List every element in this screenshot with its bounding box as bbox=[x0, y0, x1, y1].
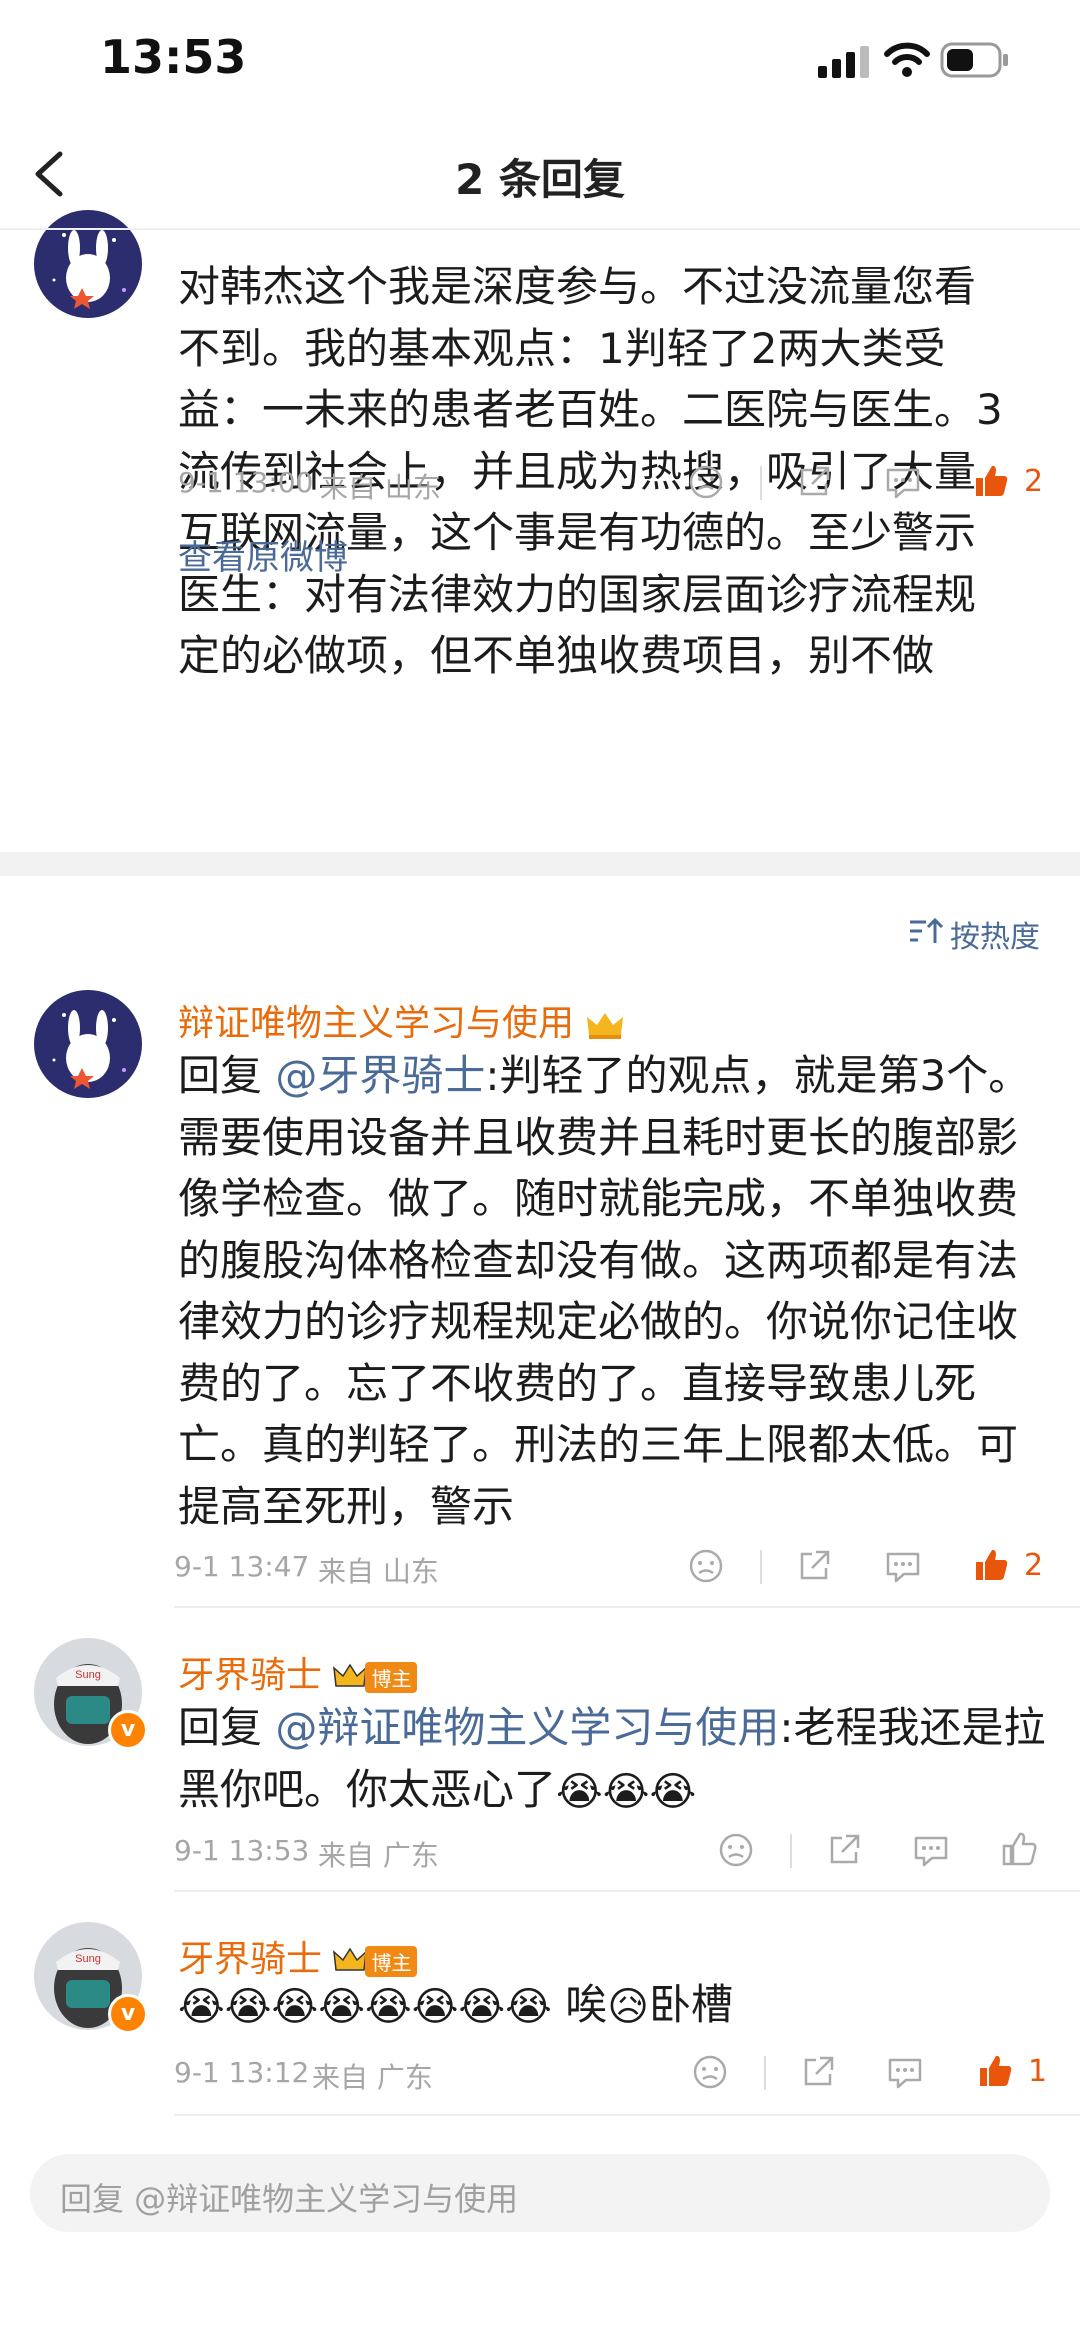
reply-like-count: 1 bbox=[1028, 2054, 1048, 2089]
avatar[interactable] bbox=[34, 990, 142, 1098]
header-divider bbox=[0, 228, 1080, 230]
crying-emoji-icon: 😭😭😭😭😭😭😭😭 bbox=[178, 1983, 552, 2030]
main-post-like-count: 2 bbox=[1024, 464, 1044, 499]
blogger-badge: 博主 bbox=[365, 1945, 418, 1977]
page-title: 2 条回复 bbox=[455, 155, 625, 204]
action-separator bbox=[790, 1834, 792, 1868]
reply-prefix: 回复 bbox=[178, 1703, 276, 1752]
reply-text: 回复 @辩证唯物主义学习与使用:老程我还是拉 黑你吧。你太恶心了😭😭😭 bbox=[178, 1697, 1058, 1823]
comment-icon[interactable] bbox=[884, 464, 922, 500]
mention-link[interactable]: @牙界骑士 bbox=[275, 1051, 485, 1100]
reply-location: 来自 山东 bbox=[318, 1555, 439, 1588]
battery-icon bbox=[940, 42, 1008, 78]
reply-location: 来自 广东 bbox=[318, 1839, 439, 1872]
like-icon[interactable] bbox=[972, 462, 1010, 500]
crown-icon bbox=[587, 1013, 624, 1039]
crown-icon bbox=[333, 1947, 368, 1971]
reply-prefix: 回复 bbox=[178, 1051, 276, 1100]
comment-icon[interactable] bbox=[884, 1548, 922, 1584]
reply-like-count: 2 bbox=[1024, 1548, 1044, 1583]
reply-text: 😭😭😭😭😭😭😭😭 唉😥卧槽 bbox=[178, 1974, 1058, 2038]
verified-badge-icon: v bbox=[108, 1994, 148, 2034]
reply-divider bbox=[174, 2114, 1080, 2116]
reply-date: 9-1 13:12 bbox=[174, 2056, 310, 2089]
share-icon[interactable] bbox=[800, 2054, 836, 2090]
main-post: 对韩杰这个我是深度参与。不过没流量您看 不到。我的基本观点：1判轻了2两大类受 … bbox=[0, 210, 1080, 852]
verified-badge-icon: v bbox=[108, 1710, 148, 1750]
status-time: 13:53 bbox=[100, 30, 247, 84]
reply-body: 唉 bbox=[551, 1980, 608, 2029]
like-icon[interactable] bbox=[976, 2052, 1014, 2090]
action-separator bbox=[764, 2056, 766, 2090]
action-separator bbox=[760, 466, 762, 500]
crying-emoji-icon: 😭😭😭 bbox=[556, 1768, 697, 1815]
main-post-date: 9-1 13:00 bbox=[178, 466, 314, 499]
share-icon[interactable] bbox=[796, 464, 832, 500]
username-text[interactable]: 牙界骑士 bbox=[178, 1655, 322, 1696]
dislike-icon[interactable] bbox=[688, 1548, 724, 1584]
reply-divider bbox=[174, 1606, 1080, 1608]
svg-text:Sung: Sung bbox=[75, 1953, 101, 1965]
reply-date: 9-1 13:53 bbox=[174, 1834, 310, 1867]
dislike-icon[interactable] bbox=[718, 1832, 754, 1868]
reply-input-placeholder[interactable]: 回复 @辩证唯物主义学习与使用 bbox=[60, 2174, 518, 2220]
svg-text:Sung: Sung bbox=[75, 1669, 101, 1681]
reply-divider bbox=[174, 1890, 1080, 1892]
username-text[interactable]: 辩证唯物主义学习与使用 bbox=[178, 1003, 574, 1044]
comment-icon[interactable] bbox=[912, 1832, 950, 1868]
reply-body: :判轻了的观点，就是第3个。 需要使用设备并且收费并且耗时更长的腹部影 像学检查… bbox=[178, 1051, 1031, 1531]
avatar[interactable] bbox=[34, 210, 142, 318]
comment-icon[interactable] bbox=[886, 2054, 924, 2090]
reply-username[interactable]: 牙界骑士 博主 bbox=[178, 1646, 418, 1698]
section-separator bbox=[0, 852, 1080, 876]
dislike-icon[interactable] bbox=[692, 2054, 728, 2090]
signal-icon bbox=[818, 46, 869, 78]
dislike-icon[interactable] bbox=[688, 464, 724, 500]
wifi-icon bbox=[884, 42, 930, 77]
main-post-location: 来自 山东 bbox=[320, 471, 441, 504]
sort-icon[interactable] bbox=[908, 916, 944, 946]
reply-date: 9-1 13:47 bbox=[174, 1550, 310, 1583]
view-original-link[interactable]: 查看原微博 bbox=[178, 530, 348, 579]
mention-link[interactable]: @辩证唯物主义学习与使用 bbox=[275, 1703, 779, 1752]
like-icon[interactable] bbox=[972, 1546, 1010, 1584]
share-icon[interactable] bbox=[826, 1832, 862, 1868]
blogger-badge: 博主 bbox=[365, 1661, 418, 1693]
share-icon[interactable] bbox=[796, 1548, 832, 1584]
like-icon[interactable] bbox=[1000, 1830, 1038, 1868]
sort-by-hot[interactable]: 按热度 bbox=[950, 912, 1040, 956]
reply-username[interactable]: 辩证唯物主义学习与使用 bbox=[178, 994, 625, 1046]
action-separator bbox=[760, 1550, 762, 1584]
sad-emoji-icon: 😥 bbox=[607, 1983, 649, 2030]
reply-body-tail: 卧槽 bbox=[648, 1980, 733, 2029]
crown-icon bbox=[333, 1663, 368, 1687]
reply-text: 回复 @牙界骑士:判轻了的观点，就是第3个。 需要使用设备并且收费并且耗时更长的… bbox=[178, 1045, 1058, 1537]
reply-location: 来自 广东 bbox=[312, 2061, 433, 2094]
